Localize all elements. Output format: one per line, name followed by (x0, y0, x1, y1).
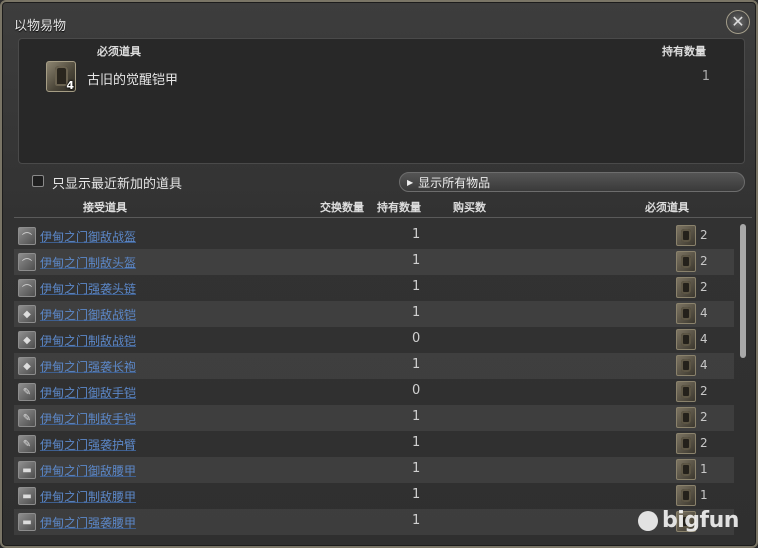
row-item-name[interactable]: 伊甸之门强袭长袍 (40, 358, 136, 375)
required-item-owned: 1 (701, 69, 710, 84)
recent-only-checkbox[interactable] (32, 175, 44, 187)
play-triangle-icon: ▶ (407, 177, 414, 187)
row-required-qty: 2 (700, 228, 708, 242)
header-buy-qty[interactable]: 购买数 (453, 199, 486, 215)
header-required[interactable]: 必须道具 (645, 199, 689, 215)
row-required-qty: 2 (700, 384, 708, 398)
row-required-qty: 4 (700, 332, 708, 346)
row-owned-qty: 1 (412, 305, 421, 320)
row-required-qty: 1 (700, 462, 708, 476)
row-item-name[interactable]: 伊甸之门制敌手铠 (40, 410, 136, 427)
required-col-header: 必须道具 (97, 45, 141, 58)
row-item-name[interactable]: 伊甸之门制敌头盔 (40, 254, 136, 271)
gauntlet-icon[interactable]: ✎ (18, 435, 36, 453)
required-items-panel: 必须道具 持有数量 4 古旧的觉醒铠甲 1 (18, 38, 745, 164)
close-button[interactable]: ✕ (726, 10, 750, 34)
watermark-logo: bigfun (638, 508, 739, 533)
row-item-name[interactable]: 伊甸之门强袭头链 (40, 280, 136, 297)
armor-icon[interactable]: ◆ (18, 357, 36, 375)
table-row[interactable]: ◆ 伊甸之门制敌战铠 0 4 (14, 327, 734, 353)
close-icon: ✕ (731, 12, 745, 31)
table-row[interactable]: ▬ 伊甸之门御敌腰甲 1 1 (14, 457, 734, 483)
row-owned-qty: 1 (412, 227, 421, 242)
row-owned-qty: 1 (412, 487, 421, 502)
header-exchange-qty[interactable]: 交换数量 (320, 199, 364, 215)
table-row[interactable]: ▬ 伊甸之门强袭腰甲 1 (14, 509, 734, 535)
row-item-name[interactable]: 伊甸之门御敌战铠 (40, 306, 136, 323)
required-item-icon[interactable] (676, 251, 696, 272)
table-row[interactable]: ✎ 伊甸之门御敌手铠 0 2 (14, 379, 734, 405)
armor-icon[interactable]: 4 (46, 61, 76, 92)
required-item-icon[interactable] (676, 407, 696, 428)
row-required-qty: 4 (700, 306, 708, 320)
row-item-name[interactable]: 伊甸之门强袭腰甲 (40, 514, 136, 531)
item-list: ⌒ 伊甸之门御敌战盔 1 2 ⌒ 伊甸之门制敌头盔 1 2 ⌒ 伊甸之门强袭头链 1 2 ◆ 伊甸之门御敌… (14, 223, 734, 535)
row-owned-qty: 1 (412, 357, 421, 372)
helmet-icon[interactable]: ⌒ (18, 253, 36, 271)
row-item-name[interactable]: 伊甸之门御敌战盔 (40, 228, 136, 245)
table-row[interactable]: ✎ 伊甸之门强袭护臂 1 2 (14, 431, 734, 457)
table-row[interactable]: ◆ 伊甸之门御敌战铠 1 4 (14, 301, 734, 327)
helmet-icon[interactable]: ⌒ (18, 227, 36, 245)
required-item-icon[interactable] (676, 329, 696, 350)
table-row[interactable]: ◆ 伊甸之门强袭长袍 1 4 (14, 353, 734, 379)
row-owned-qty: 0 (412, 383, 421, 398)
required-item-icon[interactable] (676, 355, 696, 376)
required-item-icon[interactable] (676, 433, 696, 454)
bigfun-logo-icon (638, 510, 658, 531)
header-owned-qty[interactable]: 持有数量 (377, 199, 421, 215)
row-item-name[interactable]: 伊甸之门制敌战铠 (40, 332, 136, 349)
helmet-icon[interactable]: ⌒ (18, 279, 36, 297)
row-required-qty: 2 (700, 436, 708, 450)
row-owned-qty: 0 (412, 331, 421, 346)
row-owned-qty: 1 (412, 435, 421, 450)
row-item-name[interactable]: 伊甸之门御敌腰甲 (40, 462, 136, 479)
required-item-icon[interactable] (676, 303, 696, 324)
gauntlet-icon[interactable]: ✎ (18, 409, 36, 427)
table-row[interactable]: ✎ 伊甸之门制敌手铠 1 2 (14, 405, 734, 431)
row-required-qty: 2 (700, 410, 708, 424)
show-all-items-button[interactable]: ▶ 显示所有物品 (399, 172, 745, 192)
belt-icon[interactable]: ▬ (18, 461, 36, 479)
row-required-qty: 4 (700, 358, 708, 372)
belt-icon[interactable]: ▬ (18, 487, 36, 505)
table-row[interactable]: ⌒ 伊甸之门御敌战盔 1 2 (14, 223, 734, 249)
required-item-icon[interactable] (676, 381, 696, 402)
armor-icon[interactable]: ◆ (18, 305, 36, 323)
required-item-icon[interactable] (676, 225, 696, 246)
row-owned-qty: 1 (412, 513, 421, 528)
row-item-name[interactable]: 伊甸之门制敌腰甲 (40, 488, 136, 505)
row-item-name[interactable]: 伊甸之门强袭护臂 (40, 436, 136, 453)
recent-only-label[interactable]: 只显示最近新加的道具 (52, 173, 182, 192)
row-owned-qty: 1 (412, 279, 421, 294)
table-row[interactable]: ⌒ 伊甸之门制敌头盔 1 2 (14, 249, 734, 275)
window-title: 以物易物 (14, 19, 67, 34)
belt-icon[interactable]: ▬ (18, 513, 36, 531)
armor-icon[interactable]: ◆ (18, 331, 36, 349)
header-divider (14, 217, 752, 218)
row-required-qty: 1 (700, 488, 708, 502)
list-scrollbar[interactable] (740, 224, 746, 358)
required-item-icon[interactable] (676, 277, 696, 298)
required-icon-qty: 4 (66, 79, 74, 92)
row-required-qty: 2 (700, 280, 708, 294)
row-owned-qty: 1 (412, 253, 421, 268)
required-item-icon[interactable] (676, 459, 696, 480)
watermark-text: bigfun (662, 508, 739, 533)
row-owned-qty: 1 (412, 461, 421, 476)
table-row[interactable]: ⌒ 伊甸之门强袭头链 1 2 (14, 275, 734, 301)
row-owned-qty: 1 (412, 409, 421, 424)
required-item-icon[interactable] (676, 485, 696, 506)
row-required-qty: 2 (700, 254, 708, 268)
gauntlet-icon[interactable]: ✎ (18, 383, 36, 401)
show-all-label: 显示所有物品 (418, 175, 491, 190)
header-receive[interactable]: 接受道具 (83, 199, 127, 215)
owned-col-header: 持有数量 (662, 45, 706, 58)
row-item-name[interactable]: 伊甸之门御敌手铠 (40, 384, 136, 401)
barter-window: 以物易物 ✕ 必须道具 持有数量 4 古旧的觉醒铠甲 1 只显示最近新加的道具 … (0, 0, 758, 548)
table-row[interactable]: ▬ 伊甸之门制敌腰甲 1 1 (14, 483, 734, 509)
required-item-name: 古旧的觉醒铠甲 (87, 73, 179, 88)
